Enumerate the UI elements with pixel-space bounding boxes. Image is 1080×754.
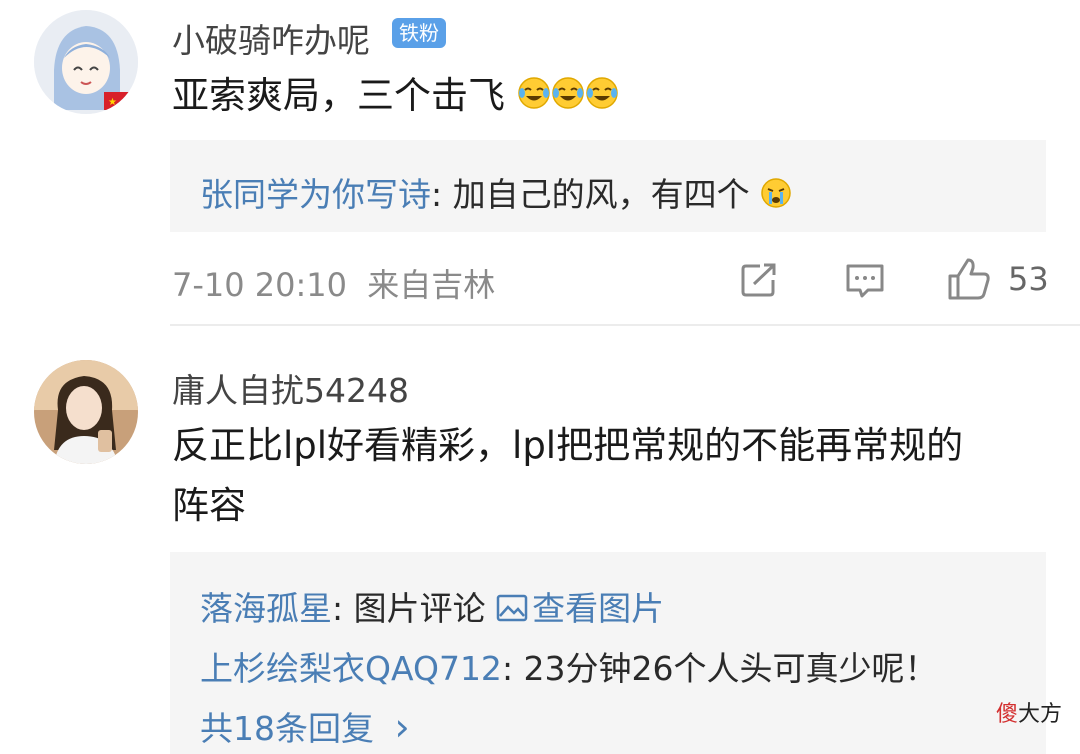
view-image-link[interactable]: 查看图片 xyxy=(532,589,664,628)
reply-text: 加自己的风，有四个 xyxy=(452,175,750,214)
reply-username[interactable]: 张同学为你写诗 xyxy=(200,175,431,214)
divider xyxy=(170,324,1080,326)
laugh-cry-emoji xyxy=(517,68,551,128)
share-icon[interactable] xyxy=(740,262,780,302)
image-icon xyxy=(496,591,528,630)
comment-text: 反正比lpl好看精彩，lpl把把常规的不能再常规的 阵容 xyxy=(172,416,1052,536)
reply-username[interactable]: 落海孤星 xyxy=(200,589,332,628)
reply-item[interactable]: 张同学为你写诗: 加自己的风，有四个 xyxy=(200,168,792,217)
comment-date: 7-10 20:10 xyxy=(172,266,348,304)
like-icon[interactable] xyxy=(946,256,992,306)
reply-separator: : xyxy=(501,649,524,688)
reply-box[interactable]: 落海孤星: 图片评论 查看图片 上杉绘梨衣QAQ712: 23分钟26个人头可真… xyxy=(170,552,1046,754)
reply-separator: : xyxy=(332,589,354,628)
reply-item[interactable]: 落海孤星: 图片评论 查看图片 xyxy=(200,582,664,630)
reply-text: 图片评论 xyxy=(353,589,497,628)
svg-text:★: ★ xyxy=(108,97,117,108)
reply-separator: : xyxy=(431,175,453,214)
chevron-right-icon: › xyxy=(394,705,410,749)
comment-text: 亚索爽局，三个击飞 xyxy=(172,66,619,128)
watermark-part1: 傻 xyxy=(995,702,1018,727)
crying-emoji xyxy=(760,177,792,217)
avatar[interactable] xyxy=(34,360,138,464)
more-replies-link[interactable]: 共18条回复 › xyxy=(200,702,410,750)
watermark-part2: 大方 xyxy=(1017,702,1062,727)
reply-item[interactable]: 上杉绘梨衣QAQ712: 23分钟26个人头可真少呢！ xyxy=(200,642,938,690)
reply-box[interactable]: 张同学为你写诗: 加自己的风，有四个 xyxy=(170,140,1046,232)
comment-icon[interactable] xyxy=(844,262,886,304)
reply-text: 23分钟26个人头可真少呢！ xyxy=(523,649,938,688)
watermark: 傻大方 xyxy=(996,696,1062,728)
laugh-cry-emoji xyxy=(585,68,619,128)
username[interactable]: 小破骑咋办呢 xyxy=(172,14,370,62)
avatar[interactable]: ★ xyxy=(34,10,138,114)
comment-location: 来自吉林 xyxy=(367,266,496,304)
laugh-cry-emoji xyxy=(551,68,585,128)
reply-username[interactable]: 上杉绘梨衣QAQ712 xyxy=(200,649,502,688)
comment-meta: 7-10 20:10 来自吉林 xyxy=(172,260,495,306)
comment-text-line: 阵容 xyxy=(172,484,246,527)
comment-text-content: 亚索爽局，三个击飞 xyxy=(172,74,505,117)
fan-badge: 铁粉 xyxy=(392,18,446,48)
more-replies-label: 共18条回复 xyxy=(200,709,374,748)
comment-text-line: 反正比lpl好看精彩，lpl把把常规的不能再常规的 xyxy=(172,424,964,467)
like-count: 53 xyxy=(1008,260,1049,298)
username[interactable]: 庸人自扰54248 xyxy=(172,364,409,412)
